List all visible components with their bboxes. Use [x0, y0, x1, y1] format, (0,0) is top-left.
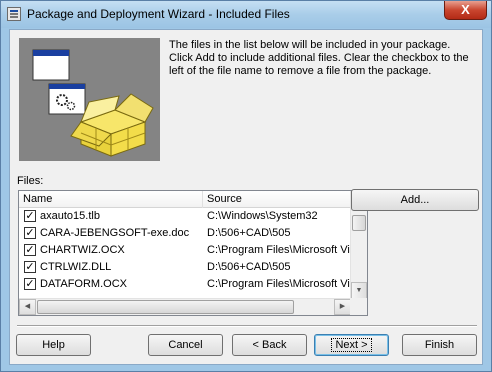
next-button[interactable]: Next >: [314, 334, 389, 356]
list-item[interactable]: ✓ CTRLWIZ.DLL D:\506+CAD\505: [19, 259, 351, 276]
scroll-corner: [350, 298, 367, 315]
back-button[interactable]: < Back: [232, 334, 307, 356]
column-header-name[interactable]: Name: [19, 191, 203, 208]
list-item[interactable]: ✓ CARA-JEBENGSOFT-exe.doc D:\506+CAD\505: [19, 225, 351, 242]
separator: [17, 325, 477, 327]
include-checkbox[interactable]: ✓: [24, 261, 36, 273]
horizontal-scroll-thumb[interactable]: [37, 300, 294, 314]
instructions-text: The files in the list below will be incl…: [169, 39, 469, 77]
file-source: C:\Windows\System32: [207, 210, 318, 222]
file-source: C:\Program Files\Microsoft Vis: [207, 278, 351, 290]
window-title: Package and Deployment Wizard - Included…: [27, 7, 290, 21]
scroll-down-arrow-icon[interactable]: ▼: [351, 282, 367, 299]
files-label: Files:: [17, 175, 44, 187]
file-name: axauto15.tlb: [40, 210, 100, 222]
add-button[interactable]: Add...: [351, 189, 479, 211]
list-rows: ✓ axauto15.tlb C:\Windows\System32 ✓ CAR…: [19, 208, 351, 299]
wizard-window: Package and Deployment Wizard - Included…: [0, 0, 492, 372]
include-checkbox[interactable]: ✓: [24, 210, 36, 222]
title-bar[interactable]: Package and Deployment Wizard - Included…: [1, 1, 491, 28]
package-box-icon: [32, 49, 154, 157]
next-button-label: Next >: [331, 338, 372, 352]
file-name: CTRLWIZ.DLL: [40, 261, 112, 273]
include-checkbox[interactable]: ✓: [24, 278, 36, 290]
files-list[interactable]: Name Source ✓ axauto15.tlb C:\Windows\Sy…: [18, 190, 368, 316]
app-icon: [7, 7, 21, 21]
include-checkbox[interactable]: ✓: [24, 227, 36, 239]
column-header-source[interactable]: Source: [203, 191, 351, 208]
vertical-scroll-thumb[interactable]: [352, 215, 366, 231]
scroll-left-arrow-icon[interactable]: ◀: [19, 299, 36, 315]
close-button[interactable]: X: [444, 1, 487, 20]
file-source: D:\506+CAD\505: [207, 261, 291, 273]
list-header: Name Source: [19, 191, 351, 208]
list-item[interactable]: ✓ CHARTWIZ.OCX C:\Program Files\Microsof…: [19, 242, 351, 259]
scroll-right-arrow-icon[interactable]: ▶: [334, 299, 351, 315]
file-name: CARA-JEBENGSOFT-exe.doc: [40, 227, 190, 239]
file-name: CHARTWIZ.OCX: [40, 244, 125, 256]
file-name: DATAFORM.OCX: [40, 278, 127, 290]
dialog-body: The files in the list below will be incl…: [9, 29, 483, 365]
package-illustration: [19, 38, 160, 161]
list-item[interactable]: ✓ axauto15.tlb C:\Windows\System32: [19, 208, 351, 225]
include-checkbox[interactable]: ✓: [24, 244, 36, 256]
horizontal-scrollbar[interactable]: ◀ ▶: [19, 298, 351, 315]
help-button[interactable]: Help: [16, 334, 91, 356]
list-item[interactable]: ✓ DATAFORM.OCX C:\Program Files\Microsof…: [19, 276, 351, 293]
file-source: C:\Program Files\Microsoft Vis: [207, 244, 351, 256]
cancel-button[interactable]: Cancel: [148, 334, 223, 356]
finish-button[interactable]: Finish: [402, 334, 477, 356]
file-source: D:\506+CAD\505: [207, 227, 291, 239]
